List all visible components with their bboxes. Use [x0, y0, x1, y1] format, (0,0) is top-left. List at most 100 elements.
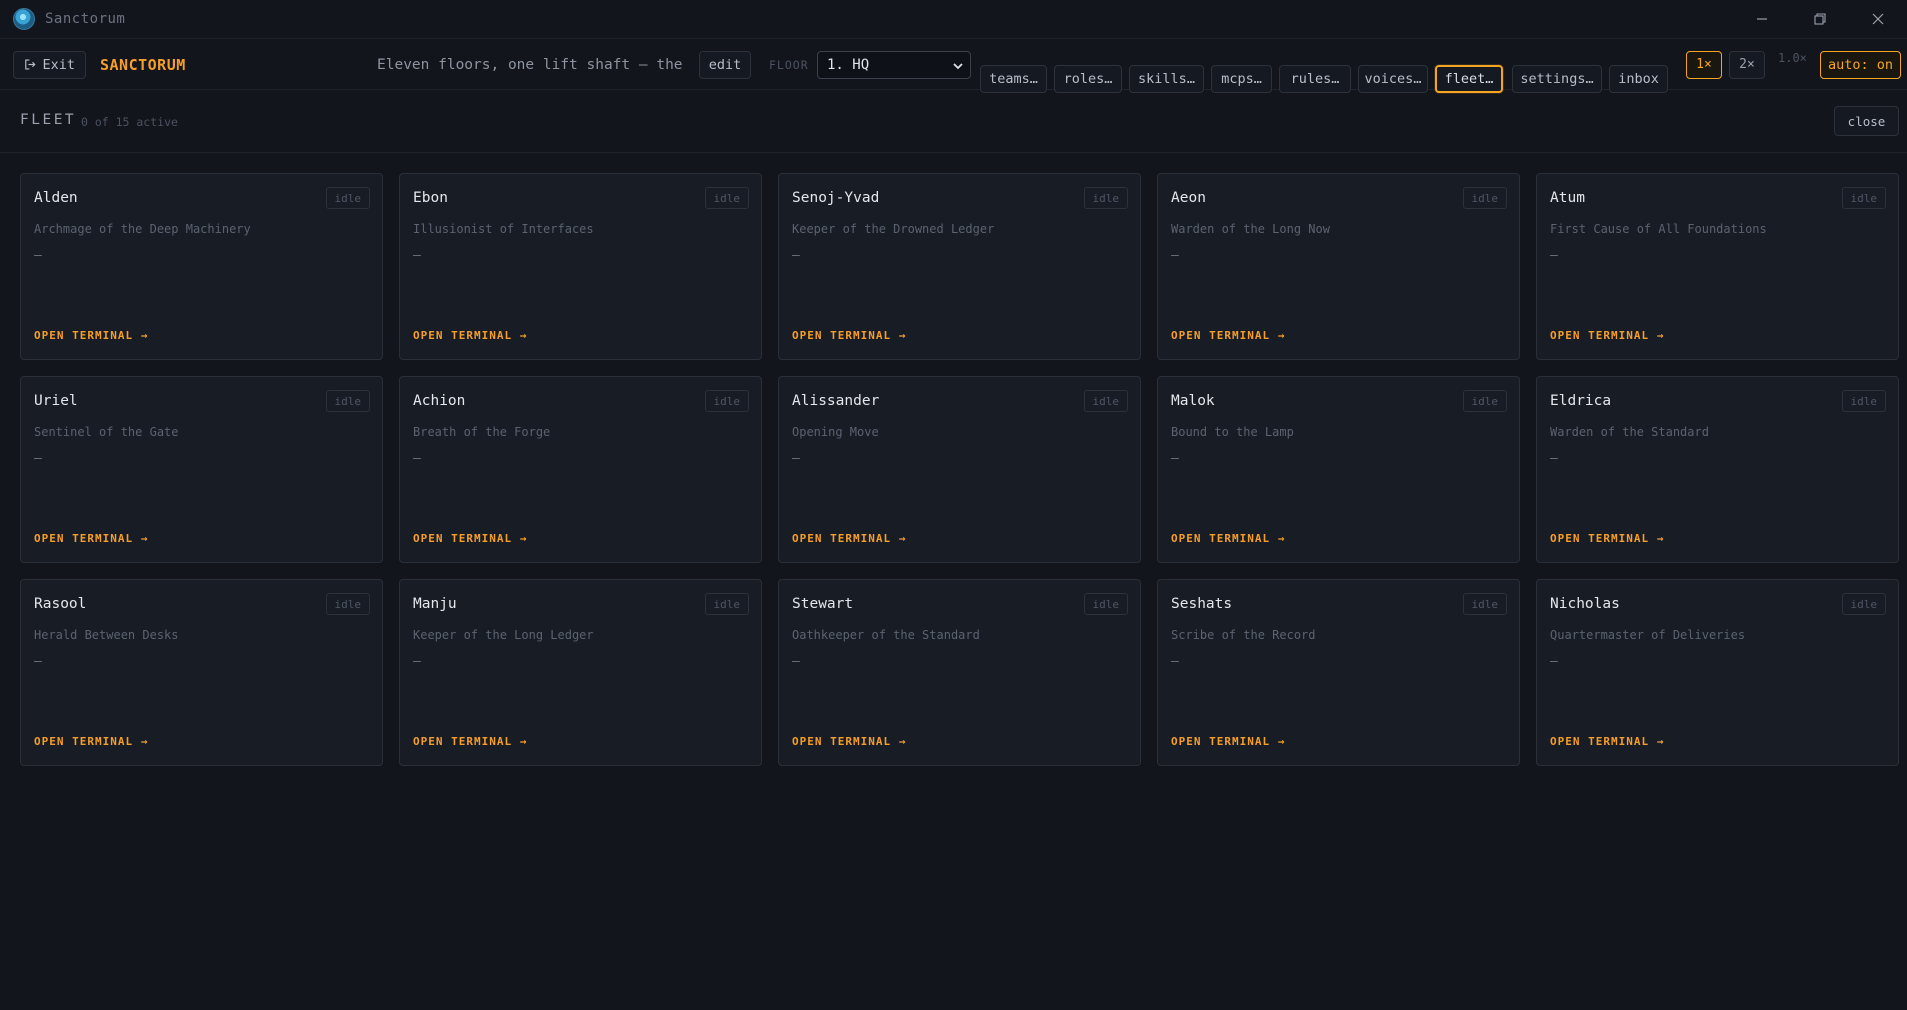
- agent-name: Manju: [413, 596, 457, 612]
- open-terminal-link[interactable]: OPEN TERMINAL →: [34, 735, 148, 748]
- agent-role: Warden of the Standard: [1550, 425, 1709, 439]
- open-terminal-link[interactable]: OPEN TERMINAL →: [34, 329, 148, 342]
- open-terminal-link[interactable]: OPEN TERMINAL →: [413, 735, 527, 748]
- status-badge: idle: [1083, 187, 1128, 209]
- agent-card[interactable]: Achion idle Breath of the Forge — OPEN TERMI…: [399, 376, 762, 563]
- status-badge: idle: [1462, 187, 1507, 209]
- agent-card[interactable]: Malok idle Bound to the Lamp — OPEN TERMINAL…: [1157, 376, 1520, 563]
- agent-activity: —: [1550, 248, 1558, 263]
- minimize-icon: [1757, 18, 1767, 20]
- agent-card[interactable]: Seshats idle Scribe of the Record — OPEN TER…: [1157, 579, 1520, 766]
- nav-button-rules[interactable]: rules…: [1279, 64, 1351, 93]
- agent-role: Herald Between Desks: [34, 628, 179, 642]
- status-badge: idle: [1841, 593, 1886, 615]
- agent-role: Breath of the Forge: [413, 425, 551, 439]
- status-badge: idle: [1841, 187, 1886, 209]
- agent-card[interactable]: Alissander idle Opening Move — OPEN TERMINAL…: [778, 376, 1141, 563]
- fleet-header: FLEET 0 of 15 active close: [0, 91, 1907, 153]
- speed-1x-button[interactable]: 1×: [1686, 50, 1722, 79]
- auto-toggle-button[interactable]: auto: on: [1820, 50, 1901, 79]
- agent-card[interactable]: Senoj-Yvad idle Keeper of the Drowned Ledg…: [778, 173, 1141, 360]
- open-terminal-link[interactable]: OPEN TERMINAL →: [1171, 329, 1285, 342]
- nav-button-skills[interactable]: skills…: [1129, 64, 1204, 93]
- brand-name: SANCTORUM: [100, 55, 186, 74]
- agent-name: Eldrica: [1550, 393, 1612, 409]
- agent-activity: —: [1171, 248, 1179, 263]
- agent-name: Atum: [1550, 190, 1585, 206]
- agent-role: Keeper of the Long Ledger: [413, 628, 594, 642]
- agent-name: Aeon: [1171, 190, 1206, 206]
- nav-button-mcps[interactable]: mcps…: [1211, 64, 1272, 93]
- open-terminal-link[interactable]: OPEN TERMINAL →: [1550, 532, 1664, 545]
- agent-card[interactable]: Stewart idle Oathkeeper of the Standard — OP…: [778, 579, 1141, 766]
- open-terminal-link[interactable]: OPEN TERMINAL →: [413, 329, 527, 342]
- nav-button-teams[interactable]: teams…: [980, 64, 1047, 93]
- floor-select[interactable]: 1. HQ: [817, 50, 971, 79]
- agent-activity: —: [413, 654, 421, 669]
- status-badge: idle: [1083, 390, 1128, 412]
- close-fleet-button[interactable]: close: [1834, 106, 1899, 136]
- agent-card[interactable]: Rasool idle Herald Between Desks — OPEN TERM…: [20, 579, 383, 766]
- agent-card[interactable]: Ebon idle Illusionist of Interfaces — OPEN T…: [399, 173, 762, 360]
- agent-activity: —: [1550, 451, 1558, 466]
- open-terminal-link[interactable]: OPEN TERMINAL →: [413, 532, 527, 545]
- speed-2x-button[interactable]: 2×: [1729, 50, 1765, 79]
- agent-activity: —: [1171, 654, 1179, 669]
- nav-button-inbox[interactable]: inbox: [1609, 64, 1668, 93]
- agent-role: Keeper of the Drowned Ledger: [792, 222, 995, 236]
- speed-value: 1.0×: [1778, 51, 1807, 65]
- status-badge: idle: [325, 390, 370, 412]
- agent-card[interactable]: Aeon idle Warden of the Long Now — OPEN TERM…: [1157, 173, 1520, 360]
- status-badge: idle: [1462, 593, 1507, 615]
- exit-button[interactable]: Exit: [13, 50, 86, 79]
- open-terminal-link[interactable]: OPEN TERMINAL →: [34, 532, 148, 545]
- agent-role: Oathkeeper of the Standard: [792, 628, 980, 642]
- agent-activity: —: [1550, 654, 1558, 669]
- open-terminal-link[interactable]: OPEN TERMINAL →: [1171, 532, 1285, 545]
- status-badge: idle: [1841, 390, 1886, 412]
- nav-button-settings[interactable]: settings…: [1512, 64, 1602, 93]
- status-badge: idle: [1083, 593, 1128, 615]
- agent-name: Achion: [413, 393, 466, 409]
- agent-activity: —: [34, 248, 42, 263]
- window-controls: [1733, 0, 1907, 38]
- agent-activity: —: [792, 248, 800, 263]
- close-window-button[interactable]: [1849, 0, 1907, 38]
- minimize-button[interactable]: [1733, 0, 1791, 38]
- agent-activity: —: [413, 451, 421, 466]
- agent-card[interactable]: Alden idle Archmage of the Deep Machinery —…: [20, 173, 383, 360]
- agent-name: Alden: [34, 190, 78, 206]
- fleet-active-count: 0 of 15 active: [81, 115, 178, 129]
- agent-card[interactable]: Atum idle First Cause of All Foundations — O…: [1536, 173, 1899, 360]
- nav-button-voices[interactable]: voices…: [1358, 64, 1428, 93]
- agent-card[interactable]: Eldrica idle Warden of the Standard — OPEN T…: [1536, 376, 1899, 563]
- nav-button-roles[interactable]: roles…: [1054, 64, 1122, 93]
- floor-tagline: Eleven floors, one lift shaft — the p: [377, 56, 683, 73]
- open-terminal-link[interactable]: OPEN TERMINAL →: [792, 329, 906, 342]
- edit-button[interactable]: edit: [699, 50, 751, 79]
- open-terminal-link[interactable]: OPEN TERMINAL →: [1550, 735, 1664, 748]
- restore-button[interactable]: [1791, 0, 1849, 38]
- agent-card[interactable]: Nicholas idle Quartermaster of Deliveries —…: [1536, 579, 1899, 766]
- open-terminal-link[interactable]: OPEN TERMINAL →: [792, 735, 906, 748]
- nav-button-fleet[interactable]: fleet…: [1435, 64, 1503, 93]
- agent-card[interactable]: Manju idle Keeper of the Long Ledger — OPEN …: [399, 579, 762, 766]
- agent-activity: —: [792, 451, 800, 466]
- window-title: Sanctorum: [45, 11, 126, 27]
- agent-role: Illusionist of Interfaces: [413, 222, 594, 236]
- agent-activity: —: [413, 248, 421, 263]
- open-terminal-link[interactable]: OPEN TERMINAL →: [1550, 329, 1664, 342]
- agent-activity: —: [1171, 451, 1179, 466]
- agent-card[interactable]: Uriel idle Sentinel of the Gate — OPEN TERMI…: [20, 376, 383, 563]
- open-terminal-link[interactable]: OPEN TERMINAL →: [1171, 735, 1285, 748]
- agent-name: Alissander: [792, 393, 880, 409]
- agent-role: First Cause of All Foundations: [1550, 222, 1767, 236]
- open-terminal-link[interactable]: OPEN TERMINAL →: [792, 532, 906, 545]
- agent-role: Opening Move: [792, 425, 879, 439]
- agent-name: Stewart: [792, 596, 854, 612]
- agent-role: Quartermaster of Deliveries: [1550, 628, 1746, 642]
- agent-name: Malok: [1171, 393, 1215, 409]
- agent-role: Scribe of the Record: [1171, 628, 1316, 642]
- fleet-grid: Alden idle Archmage of the Deep Machinery —…: [20, 173, 1899, 766]
- status-badge: idle: [325, 187, 370, 209]
